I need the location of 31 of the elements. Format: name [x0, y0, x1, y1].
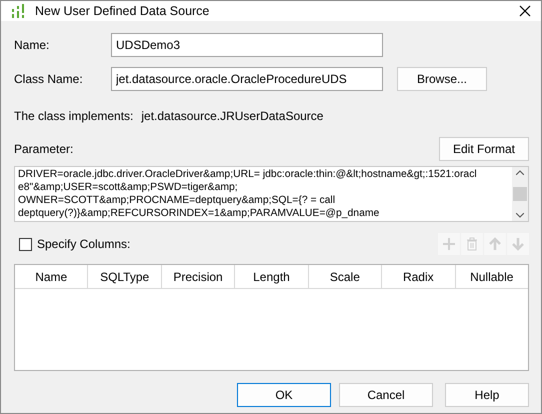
arrow-down-icon [511, 237, 525, 251]
window-title: New User Defined Data Source [35, 4, 210, 18]
parameter-field[interactable]: DRIVER=oracle.jdbc.driver.OracleDriver&amp;URL= jdbc:oracle:thin:@&lt;hostname&gt;:1521:oracl e8"&amp;USER=scott&amp;PSWD=tiger&amp; OWNER=SCOTT&amp;PROCNAME=deptquery&amp;SQL={? = call deptquery(?)}&amp;REFCURSORINDEX=1&amp;PARAMVALUE=@p_dname [14, 166, 529, 222]
column-header[interactable]: Radix [382, 265, 456, 288]
implements-value: jet.datasource.JRUserDataSource [141, 109, 324, 123]
dialog-button[interactable]: Help [445, 383, 529, 407]
browse-button[interactable]: Browse... [397, 67, 487, 91]
text-field[interactable]: UDSDemo3 [111, 33, 383, 57]
dialog-button[interactable]: Cancel [339, 383, 433, 407]
scroll-down-icon[interactable] [516, 213, 524, 218]
field-label: Name: [14, 38, 50, 52]
trash-icon [465, 237, 479, 251]
edit-format-button[interactable]: Edit Format [439, 137, 529, 161]
checkbox-label: Specify Columns: [37, 237, 130, 251]
close-icon[interactable] [519, 5, 531, 17]
implements-label: The class implements: [14, 109, 134, 123]
arrow-up-icon [488, 237, 502, 251]
column-header[interactable]: Nullable [456, 265, 528, 288]
scrollbar[interactable] [512, 167, 528, 221]
column-header[interactable]: Precision [162, 265, 236, 288]
checkbox[interactable] [19, 238, 32, 250]
parameter-label: Parameter: [14, 142, 74, 156]
field-label: Class Name: [14, 72, 84, 86]
column-header[interactable]: SQLType [88, 265, 162, 288]
dialog-button[interactable]: OK [237, 383, 331, 407]
column-header[interactable]: Length [235, 265, 309, 288]
scroll-up-icon[interactable] [516, 170, 524, 175]
text-field[interactable]: jet.datasource.oracle.OracleProcedureUDS [111, 67, 383, 91]
column-header[interactable]: Name [15, 265, 88, 288]
plus-icon [442, 237, 456, 251]
column-header[interactable]: Scale [308, 265, 382, 288]
